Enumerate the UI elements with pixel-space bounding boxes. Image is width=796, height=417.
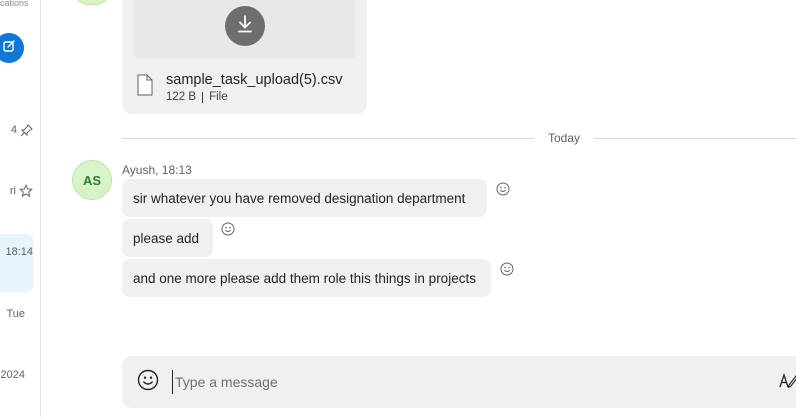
pin-icon[interactable] bbox=[20, 123, 33, 137]
download-icon bbox=[236, 14, 254, 39]
sender-timestamp: Ayush, 18:13 bbox=[122, 163, 192, 177]
chat-time: 2024 bbox=[0, 369, 25, 381]
file-size: 122 B bbox=[166, 91, 197, 103]
emoji-icon bbox=[137, 369, 159, 396]
chat-list-item[interactable]: ri bbox=[0, 183, 33, 199]
chat-time: 18:14 bbox=[5, 246, 33, 258]
chat-time: Tue bbox=[6, 308, 25, 320]
compose-icon bbox=[2, 39, 16, 58]
chat-window: cations 4 ri 18:14 Tue 2024 sample_task_… bbox=[0, 0, 796, 417]
chat-list-item-active[interactable]: 18:14 bbox=[0, 234, 33, 292]
file-preview bbox=[134, 0, 355, 58]
avatar[interactable]: AS bbox=[72, 160, 112, 200]
file-type: File bbox=[209, 91, 228, 103]
download-button[interactable] bbox=[224, 6, 265, 46]
message-composer bbox=[122, 356, 796, 408]
message-input[interactable] bbox=[172, 370, 732, 394]
emoji-button[interactable] bbox=[136, 369, 160, 396]
message-bubble[interactable]: and one more please add them role this t… bbox=[122, 259, 491, 297]
file-attachment-card[interactable]: sample_task_upload(5).csv 122 B File bbox=[122, 0, 367, 114]
message-bubble[interactable]: sir whatever you have removed designatio… bbox=[122, 179, 487, 217]
chat-list-sidebar: cations 4 ri 18:14 Tue 2024 bbox=[0, 0, 41, 417]
date-divider: Today bbox=[122, 130, 796, 146]
notifications-label: cations bbox=[0, 0, 29, 8]
star-icon[interactable] bbox=[19, 184, 33, 198]
file-name[interactable]: sample_task_upload(5).csv bbox=[166, 72, 343, 88]
chat-list-item[interactable]: 2024 bbox=[0, 367, 29, 383]
add-reaction-icon[interactable] bbox=[220, 221, 236, 237]
new-chat-button[interactable] bbox=[0, 33, 24, 63]
chat-list-item[interactable]: Tue bbox=[0, 306, 29, 322]
chat-list-item[interactable]: 4 bbox=[0, 122, 33, 138]
file-meta: 122 B File bbox=[166, 91, 228, 103]
add-reaction-icon[interactable] bbox=[495, 181, 511, 197]
message-bubble[interactable]: please add bbox=[122, 219, 213, 257]
avatar bbox=[72, 0, 112, 5]
add-reaction-icon[interactable] bbox=[499, 261, 515, 277]
date-divider-label: Today bbox=[547, 131, 580, 145]
meta-separator bbox=[202, 91, 204, 103]
conversation-pane: sample_task_upload(5).csv 122 B File Tod… bbox=[42, 0, 796, 417]
format-button[interactable] bbox=[777, 372, 796, 392]
format-pen-icon bbox=[778, 371, 796, 394]
file-icon bbox=[136, 74, 154, 101]
